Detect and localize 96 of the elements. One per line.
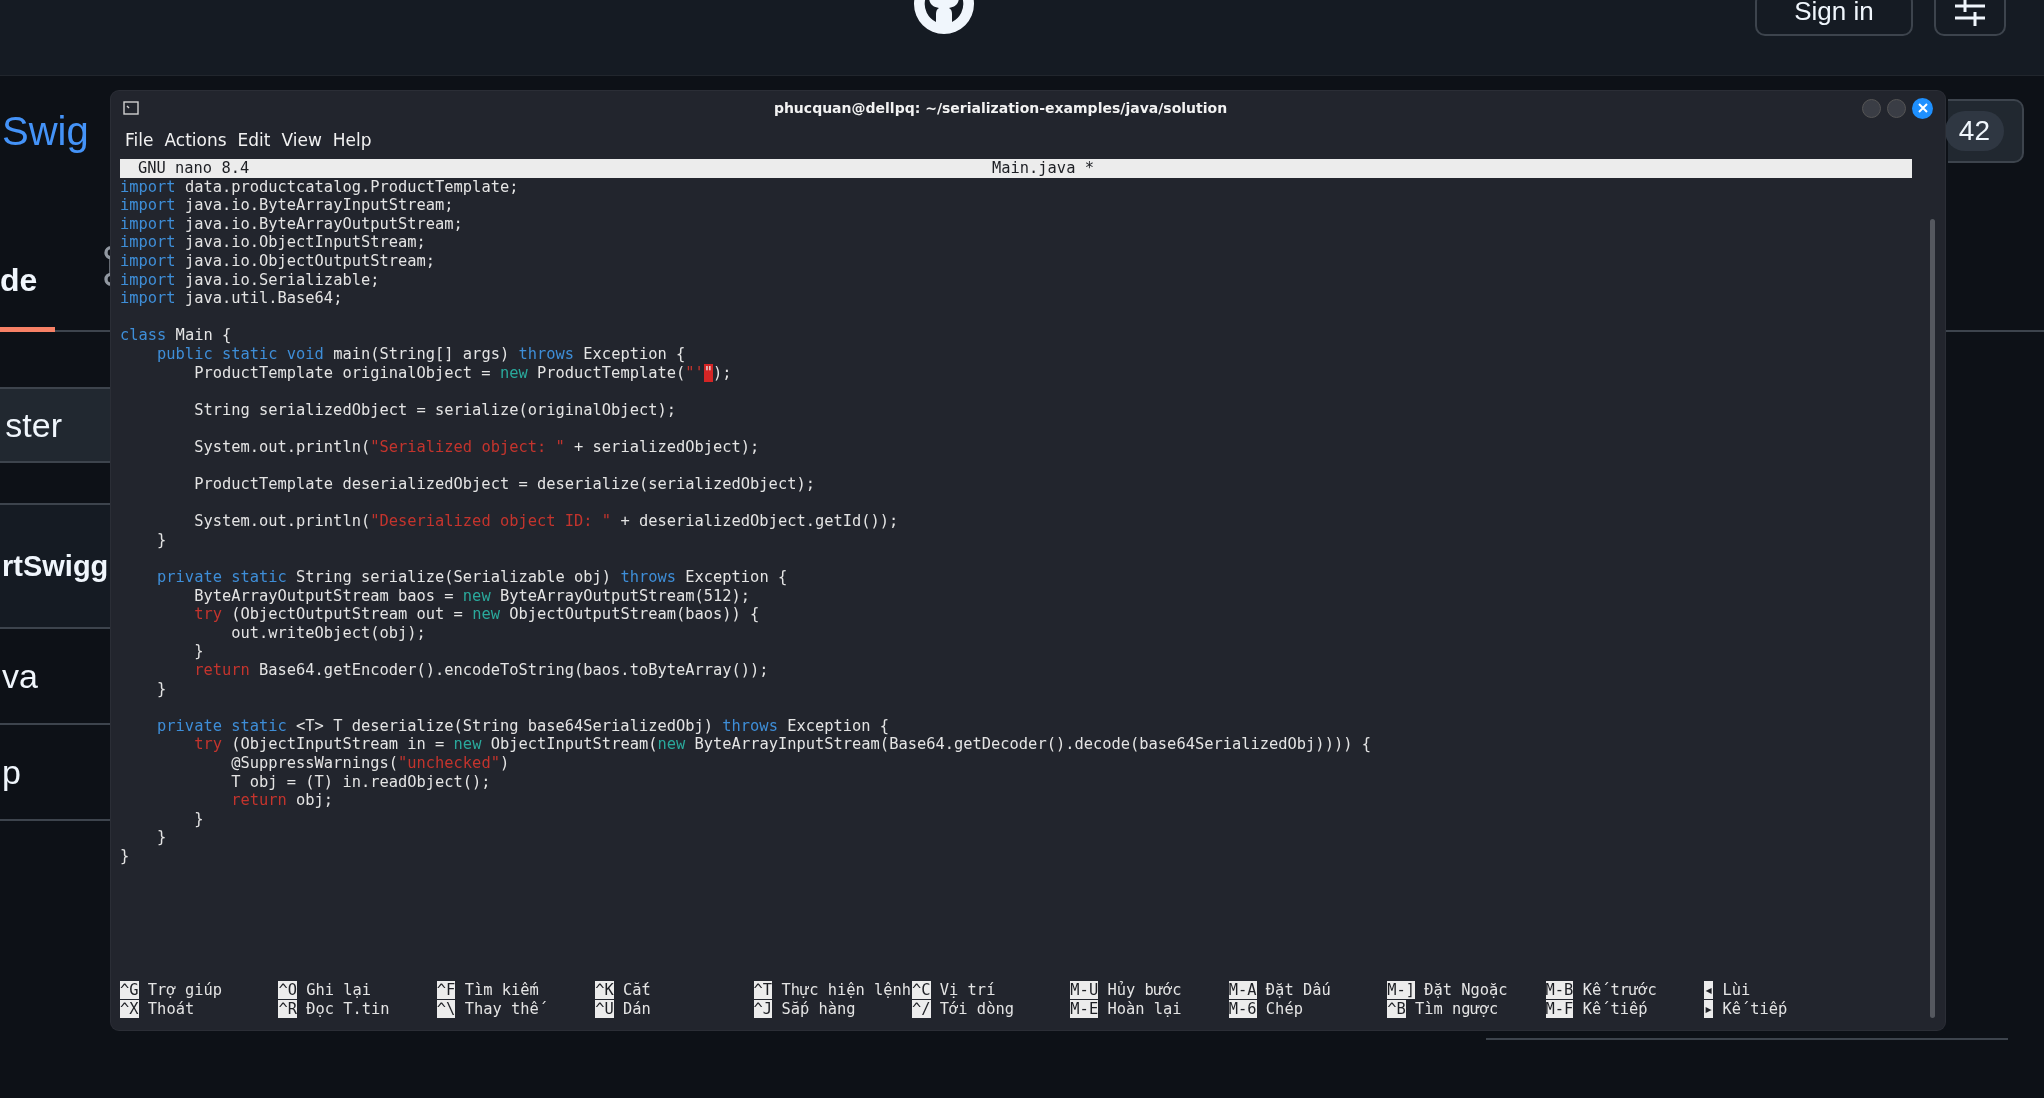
code-line: } [120,846,130,866]
code-line: public static void main(String[] args) throws Exception { [156,344,686,364]
shortcut-label: Đặt Ngoặc [1424,980,1509,999]
close-button[interactable] [1912,97,1933,119]
shortcut-label: Tìm kiếm [464,980,540,999]
shortcut-label: Hủy bước [1107,980,1183,999]
shortcut-label: Dán [623,999,652,1018]
code-line: import java.io.ObjectInputStream; [120,233,426,252]
shortcut-key: M-F [1545,1000,1574,1018]
menu-item[interactable]: Help [330,130,381,150]
code-line: try (ObjectInputStream in = new ObjectInputStream(new ByteArrayInputStream(Base64.getDecoder().decode(base64SerializedObj)))) { [193,735,1371,754]
star-button[interactable]: 42 [1948,99,2024,163]
star-count: 42 [1944,111,2004,151]
shortcut-key: ▸ [1703,1000,1714,1018]
code-line: try (ObjectOutputStream out = new ObjectOutputStream(baos)) { [193,605,760,624]
code-line: out.writeObject(obj); [230,623,426,643]
code-line: } [193,809,204,829]
shortcut-key: ^G [120,981,139,999]
code-line: System.out.println("Serialized object: " + serializedObject); [193,437,760,457]
shortcut-label: Ghi lại [306,980,373,999]
repo-title[interactable]: Swig [2,108,89,154]
code-line: String serializedObject = serialize(originalObject); [193,400,676,420]
shortcut-key: ^/ [911,1000,931,1018]
code-line: } [156,530,167,550]
shortcut-label: Hoàn lại [1107,999,1183,1018]
shortcut-label: Kế tiếp [1582,999,1649,1018]
code-line: import data.productcatalog.ProductTemplate; [120,177,519,197]
shortcut-key: ^T [753,981,773,999]
tab[interactable]: de [0,262,56,332]
menu-item[interactable]: File [123,130,163,150]
terminal-icon [123,101,139,115]
shortcut-label: Đọc T.tin [306,999,391,1018]
shortcut-key: ◂ [1703,981,1714,999]
code-line: import java.io.ObjectOutputStream; [120,251,436,271]
code-line: import java.io.ByteArrayOutputStream; [120,214,463,234]
shortcut-key: ^K [595,981,614,999]
code-line: @SuppressWarnings("unchecked") [230,754,510,773]
shortcut-key: M-A [1228,981,1257,999]
menu-item[interactable]: Edit [235,130,280,150]
shortcut-label: Trợ giúp [147,980,223,999]
shortcut-label: Đặt Dấu [1265,980,1332,999]
code-line: private static <T> T deserialize(String base64SerializedObj) throws Exception { [156,716,890,736]
shortcut-key: ^F [436,981,456,999]
code-line: ProductTemplate deserializedObject = deserialize(serializedObject); [193,475,815,494]
file-name: Main.java * [992,159,1094,178]
file-name[interactable]: p [2,752,21,792]
file-name[interactable]: va [2,656,38,696]
shortcut-key: ^C [911,981,931,999]
code-line: ByteArrayOutputStream baos = new ByteArrayOutputStream(512); [193,586,751,606]
code-line: class Main { [120,326,232,345]
code-line: } [193,642,204,662]
menu-item[interactable]: View [279,130,331,150]
code-line: T obj = (T) in.readObject(); [230,772,491,792]
code-line: } [156,679,167,699]
shortcut-key: M-U [1070,981,1099,999]
shortcut-key: M-] [1387,981,1415,999]
shortcut-label: Thực hiện lệnh [781,980,913,999]
shortcut-key: M-B [1545,981,1574,999]
code-line: import java.util.Base64; [120,289,343,308]
shortcut-key: ^J [753,1000,773,1018]
sliders-icon [1953,0,1987,26]
nano-version: GNU nano 8.4 [137,159,250,178]
code-line: System.out.println("Deserialized object ID: " + deserializedObject.getId()); [193,512,899,531]
code-line: ProductTemplate originalObject = new ProductTemplate("'"); [193,363,732,383]
close-icon [1917,103,1928,113]
code-line: return obj; [230,791,334,810]
code-line: import java.io.ByteArrayInputStream; [120,196,454,215]
shortcut-label: Cắt [623,980,652,999]
shortcut-key: ^R [278,1000,297,1018]
shortcut-label: Tìm ngược [1414,999,1500,1018]
shortcut-key: ^X [120,1000,139,1018]
shortcut-key: ^O [278,981,297,999]
shortcut-key: M-6 [1228,1000,1257,1018]
code-line: } [156,828,167,847]
shortcut-label: Thoát [147,999,196,1018]
shortcut-key: ^B [1387,1000,1406,1018]
shortcut-label: Kế trước [1582,980,1658,999]
code-line: private static String serialize(Serializable obj) throws Exception { [156,568,788,587]
shortcut-label: Vị trí [939,980,997,999]
scrollbar[interactable] [1930,219,1935,1018]
window-title: phucquan@dellpq: ~/serialization-examples/java/solution [772,100,1229,116]
shortcut-key: M-E [1070,1000,1099,1018]
branch-button[interactable]: ster [0,387,110,463]
shortcut-key: ^\ [436,1000,456,1018]
settings-button[interactable] [1934,0,2006,36]
sign-in-button[interactable]: Sign in [1755,0,1913,36]
menu-item[interactable]: Actions [162,130,236,150]
shortcut-label: Lùi [1722,980,1752,999]
shortcut-label: Tới dòng [939,999,1015,1018]
code-line: return Base64.getEncoder().encodeToString(baos.toByteArray()); [193,661,769,680]
shortcut-label: Chép [1265,999,1304,1018]
shortcut-label: Sắp hàng [781,999,857,1018]
commit-author[interactable]: rtSwigg [2,549,109,583]
code-line: import java.io.Serializable; [120,270,380,290]
shortcut-label: Kế tiếp [1722,999,1789,1018]
shortcut-key: ^U [595,1000,614,1018]
